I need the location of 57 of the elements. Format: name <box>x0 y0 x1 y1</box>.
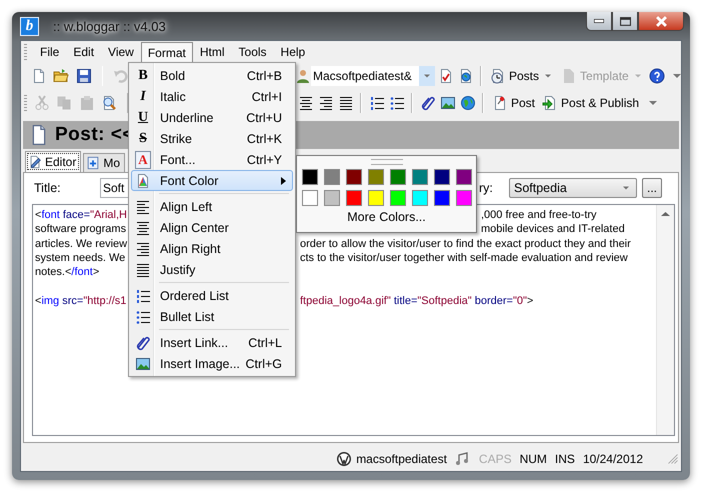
code-text: <font face="Arial,H <box>35 209 127 221</box>
menu-item[interactable]: U Underline Ctrl+U <box>131 107 293 128</box>
format-glyph: U <box>138 110 148 126</box>
toolbar-button[interactable]: Post <box>489 94 538 112</box>
menu-item[interactable]: Insert Link... Ctrl+L <box>131 332 293 353</box>
code-text: system needs. We <box>35 252 126 264</box>
code-text: ftpedia_logo4a.gif" title="Softpedia" border="0"> <box>300 294 534 308</box>
menu-item[interactable]: Font Color <box>131 170 293 191</box>
status-account: macsoftpediatest <box>356 452 447 466</box>
tab[interactable]: Mo <box>83 153 126 172</box>
menu-item[interactable]: A Font... Ctrl+Y <box>131 149 293 170</box>
menu-item[interactable]: Insert Image... Ctrl+G <box>131 353 293 374</box>
key-indicator: INS <box>554 452 575 466</box>
account-name: Macsoftpediatest& <box>312 69 412 83</box>
menu-item[interactable]: Align Right <box>131 238 293 259</box>
window-title: :: w.bloggar :: v4.03 <box>53 18 166 34</box>
code-text: software programs <box>35 223 126 236</box>
menu-item[interactable]: Align Left <box>131 196 293 217</box>
format-glyph: A <box>135 150 151 168</box>
account-dropdown[interactable]: Macsoftpediatest& <box>311 66 435 86</box>
status-date: 10/24/2012 <box>582 452 643 466</box>
menu-item[interactable]: Edit <box>66 42 102 62</box>
key-indicator: NUM <box>520 452 547 466</box>
menu-item[interactable]: Justify <box>131 259 293 280</box>
category-value: Softpedia <box>514 181 567 195</box>
menu-item[interactable]: Ordered List <box>131 285 293 306</box>
menu-item[interactable]: Html <box>192 42 232 62</box>
title-label: Title: <box>33 181 62 195</box>
category-dropdown[interactable]: Softpedia <box>509 178 637 198</box>
menu-item[interactable]: Format <box>140 42 193 62</box>
menu-item[interactable]: Help <box>274 42 312 62</box>
toolbar-button[interactable]: Posts <box>487 67 558 85</box>
code-text: order to allow the visitor/user to find the exact product they and their <box>300 236 631 251</box>
menu-item[interactable]: Align Center <box>131 217 293 238</box>
code-text: ,000 free and free-to-try <box>481 208 597 222</box>
code-text: <img src="http://s1 <box>35 294 126 307</box>
format-glyph: I <box>140 88 146 104</box>
format-glyph: S <box>139 130 147 146</box>
toolbar-button[interactable]: Post & Publish <box>539 94 642 112</box>
menu-item[interactable]: Tools <box>232 42 274 62</box>
menu-item[interactable]: File <box>33 42 66 62</box>
category-label: ry: <box>479 181 494 195</box>
menu-item[interactable]: I Italic Ctrl+I <box>131 86 293 107</box>
app-icon: b <box>20 16 39 36</box>
menu-item[interactable]: Bullet List <box>131 306 293 327</box>
tab[interactable]: Editor <box>25 151 82 172</box>
code-text: notes.</font> <box>35 266 100 278</box>
menu-item[interactable]: B Bold Ctrl+B <box>131 65 293 86</box>
more-colors-button[interactable]: More Colors... <box>347 210 426 224</box>
code-text: articles. We review <box>35 238 128 250</box>
key-indicator: CAPS <box>478 452 512 466</box>
format-glyph: B <box>138 68 148 84</box>
browse-button[interactable]: ... <box>642 178 662 198</box>
code-text: mobile devices and IT-related <box>481 222 625 237</box>
menu-item[interactable]: S Strike Ctrl+K <box>131 128 293 149</box>
code-text: cts to the visitor/user together with self-made evaluation and review <box>300 250 628 266</box>
menu-item[interactable]: View <box>101 42 141 62</box>
